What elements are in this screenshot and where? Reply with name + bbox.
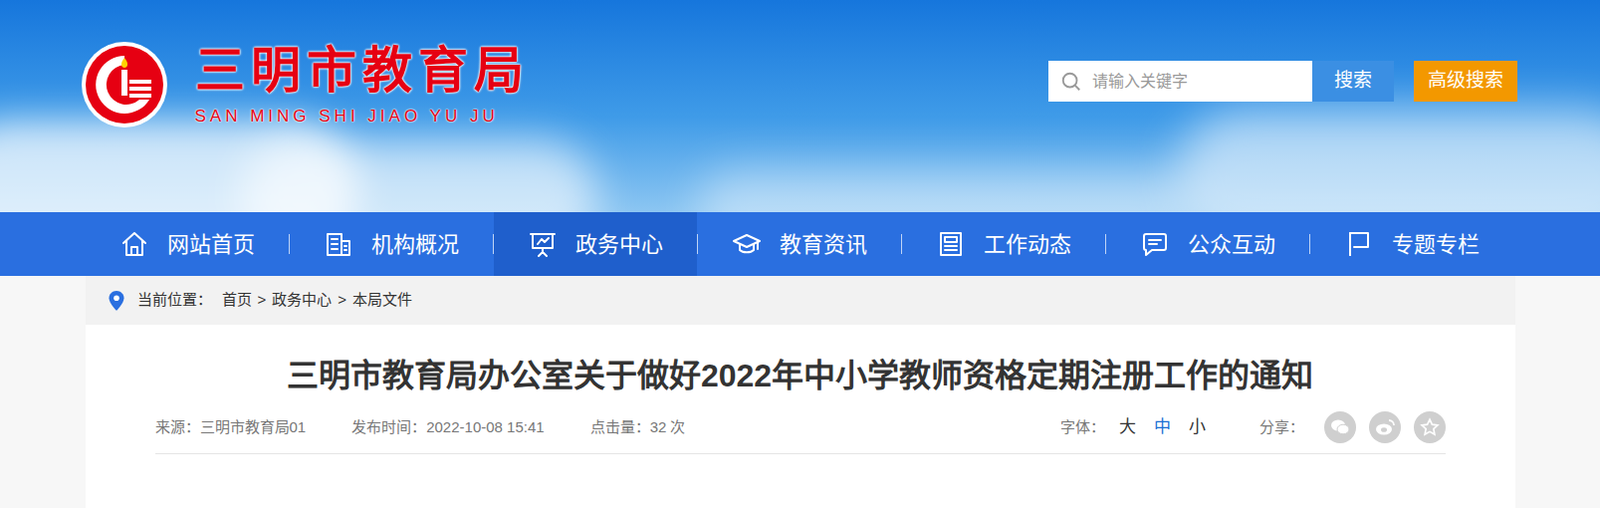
article-meta: 来源：三明市教育局01 发布时间：2022-10-08 15:41 点击量：32… bbox=[155, 411, 1446, 455]
nav-item[interactable]: 机构概况 bbox=[289, 212, 493, 276]
cloud bbox=[238, 139, 598, 213]
nav-separator bbox=[696, 233, 698, 254]
nav-label: 机构概况 bbox=[371, 228, 459, 261]
cloud bbox=[1174, 109, 1600, 213]
font-size-option[interactable]: 大 bbox=[1119, 414, 1137, 441]
breadcrumb-separator: > bbox=[257, 288, 267, 312]
nav-item[interactable]: 教育资讯 bbox=[697, 212, 902, 276]
nav-item[interactable]: 专题专栏 bbox=[1310, 212, 1514, 276]
nav-label: 公众互动 bbox=[1187, 228, 1276, 261]
article-hits: 点击量：32 次 bbox=[590, 416, 686, 440]
search-icon bbox=[1060, 70, 1083, 93]
nav-separator bbox=[901, 233, 903, 254]
graduation-cap-icon bbox=[731, 228, 762, 259]
font-size-label: 字体： bbox=[1060, 416, 1106, 440]
advanced-search-button[interactable]: 高级搜索 bbox=[1413, 60, 1518, 102]
search-input[interactable] bbox=[1092, 69, 1301, 94]
logo-subtitle: SAN MING SHI JIAO YU JU bbox=[195, 104, 530, 129]
nav-item[interactable]: 网站首页 bbox=[85, 212, 289, 276]
breadcrumb-link[interactable]: 本局文件 bbox=[352, 288, 413, 312]
presentation-icon bbox=[527, 228, 558, 259]
font-size-option[interactable]: 小 bbox=[1188, 414, 1206, 441]
nav-label: 网站首页 bbox=[167, 228, 255, 261]
breadcrumb-link[interactable]: 政务中心 bbox=[271, 288, 332, 312]
search-button[interactable]: 搜索 bbox=[1312, 60, 1394, 102]
main-nav: 网站首页 机构概况 政务中心 教育资讯 工作动态 公众互动 专题专栏 bbox=[0, 212, 1600, 276]
article-source: 来源：三明市教育局01 bbox=[155, 416, 307, 440]
cloud bbox=[696, 169, 1195, 213]
search-bar: 搜索 高级搜索 bbox=[1048, 60, 1518, 102]
breadcrumb-separator: > bbox=[337, 288, 347, 312]
content-panel: 当前位置： 首页>政务中心>本局文件 三明市教育局办公室关于做好2022年中小学… bbox=[85, 275, 1516, 508]
nav-separator bbox=[1309, 233, 1311, 254]
breadcrumb: 当前位置： 首页>政务中心>本局文件 bbox=[85, 275, 1516, 325]
favorite-share-icon[interactable] bbox=[1413, 411, 1446, 444]
flag-icon bbox=[1344, 228, 1374, 259]
site-logo[interactable]: 三明市教育局 SAN MING SHI JIAO YU JU bbox=[79, 39, 530, 130]
logo-icon bbox=[79, 39, 170, 130]
nav-label: 专题专栏 bbox=[1391, 228, 1480, 261]
chat-icon bbox=[1140, 228, 1170, 259]
nav-separator bbox=[288, 233, 290, 254]
breadcrumb-label: 当前位置： bbox=[137, 288, 213, 312]
building-icon bbox=[323, 228, 354, 259]
nav-label: 政务中心 bbox=[575, 228, 664, 261]
nav-label: 工作动态 bbox=[983, 228, 1072, 261]
newspaper-icon bbox=[935, 228, 966, 259]
nav-item[interactable]: 政务中心 bbox=[493, 212, 697, 276]
weibo-share-icon[interactable] bbox=[1369, 411, 1401, 444]
logo-title: 三明市教育局 bbox=[195, 40, 530, 101]
font-size-option[interactable]: 中 bbox=[1153, 414, 1171, 441]
article-date: 发布时间：2022-10-08 15:41 bbox=[351, 416, 544, 440]
location-pin-icon bbox=[107, 289, 126, 312]
breadcrumb-link[interactable]: 首页 bbox=[222, 288, 252, 312]
nav-item[interactable]: 公众互动 bbox=[1106, 212, 1310, 276]
wechat-share-icon[interactable] bbox=[1324, 411, 1357, 444]
site-header: 三明市教育局 SAN MING SHI JIAO YU JU 搜索 高级搜索 bbox=[0, 0, 1600, 213]
share-label: 分享： bbox=[1259, 416, 1305, 440]
nav-separator bbox=[1105, 233, 1107, 254]
nav-item[interactable]: 工作动态 bbox=[902, 212, 1106, 276]
nav-label: 教育资讯 bbox=[779, 228, 868, 261]
home-icon bbox=[119, 228, 150, 259]
article-title: 三明市教育局办公室关于做好2022年中小学教师资格定期注册工作的通知 bbox=[85, 353, 1516, 398]
